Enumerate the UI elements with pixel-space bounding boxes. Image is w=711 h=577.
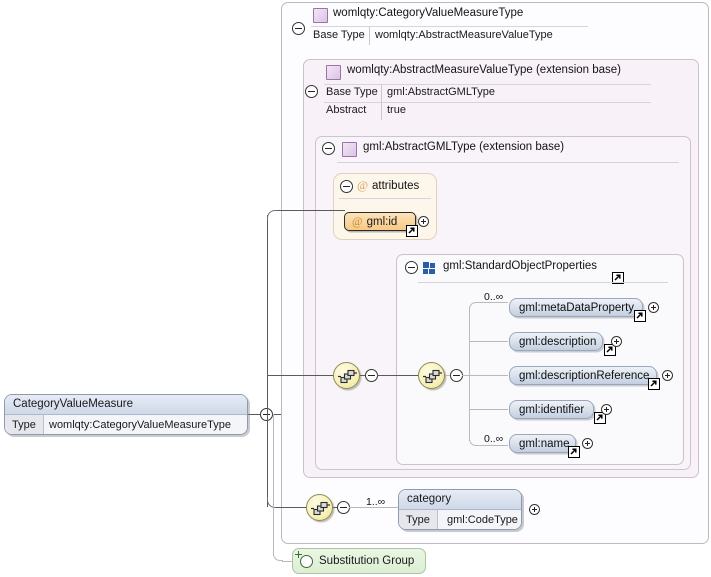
connector — [267, 375, 336, 376]
expander-attribute-gml-id[interactable] — [418, 216, 429, 227]
connector — [469, 375, 508, 376]
expander-gml-description[interactable] — [611, 336, 622, 347]
root-element-category-value-measure[interactable]: CategoryValueMeasure Type womlqty:Catego… — [4, 394, 248, 435]
prop-key-base-type-2: Base Type — [326, 86, 378, 98]
complex-type-icon — [313, 8, 328, 23]
connector — [469, 307, 470, 441]
element-label: gml:descriptionReference — [519, 369, 650, 382]
connector — [462, 375, 470, 376]
element-category-type-value: gml:CodeType — [447, 514, 518, 526]
expander-abstract-gml-type[interactable] — [322, 142, 335, 155]
expander-gml-descriptionReference[interactable] — [662, 370, 673, 381]
connector — [273, 551, 283, 561]
expander-gml-metaDataProperty[interactable] — [648, 302, 659, 313]
element-category[interactable]: category Type gml:CodeType — [398, 489, 522, 530]
reference-arrow-icon[interactable] — [406, 225, 418, 237]
divider — [369, 27, 370, 45]
attributes-group-label: attributes — [372, 180, 420, 192]
element-gml-description[interactable]: gml:description — [509, 332, 603, 351]
element-gml-name[interactable]: gml:name — [509, 434, 576, 453]
divider — [324, 84, 651, 85]
element-label: gml:metaDataProperty — [519, 301, 635, 314]
divider — [381, 84, 382, 102]
element-category-name: category — [399, 490, 521, 510]
occurrence-gml-name: 0..∞ — [484, 433, 504, 445]
reference-arrow-icon[interactable] — [568, 446, 580, 458]
root-element-type-key: Type — [5, 415, 44, 434]
occurrence-meta-data-property: 0..∞ — [484, 291, 504, 303]
divider — [381, 102, 382, 120]
reference-arrow-icon[interactable] — [648, 378, 660, 390]
prop-value-base-type-1: womlqty:AbstractMeasureValueType — [375, 29, 553, 41]
expander-substitution-group[interactable] — [300, 554, 313, 568]
connector — [469, 409, 508, 410]
root-element-name: CategoryValueMeasure — [5, 395, 247, 415]
connector — [469, 302, 479, 312]
connector — [267, 210, 278, 221]
occurrence-category: 1..∞ — [366, 496, 386, 508]
substitution-group-label: Substitution Group — [319, 555, 415, 567]
prop-key-abstract: Abstract — [326, 104, 367, 116]
expander-element-category[interactable] — [529, 504, 540, 515]
type-panel-title-abstract-measure-value-type: womlqty:AbstractMeasureValueType (extens… — [347, 64, 622, 76]
connector — [277, 507, 308, 508]
model-group-icon — [423, 262, 436, 274]
expander-category-value-measure-type[interactable] — [292, 22, 305, 35]
expander-gml-name[interactable] — [582, 438, 593, 449]
element-category-type-key: Type — [399, 510, 438, 529]
prop-value-base-type-2: gml:AbstractGMLType — [387, 86, 495, 98]
connector — [273, 414, 274, 556]
attribute-gml-id-label: gml:id — [366, 215, 398, 228]
sequence-compositor-icon[interactable] — [418, 362, 445, 389]
element-gml-descriptionReference[interactable]: gml:descriptionReference — [509, 366, 657, 385]
attribute-icon: @ — [352, 215, 363, 228]
element-label: gml:identifier — [519, 403, 585, 416]
sequence-compositor-icon[interactable] — [306, 494, 333, 521]
element-gml-identifier[interactable]: gml:identifier — [509, 400, 594, 419]
complex-type-icon — [326, 65, 341, 80]
substitution-group[interactable]: Substitution Group — [292, 548, 426, 574]
expander-abstract-measure-value-type[interactable] — [305, 85, 318, 98]
expander-gml-identifier[interactable] — [601, 404, 612, 415]
divider — [418, 282, 668, 283]
connector — [267, 215, 268, 414]
element-label: gml:description — [519, 335, 597, 348]
connector — [277, 210, 345, 211]
element-label: gml:name — [519, 437, 570, 450]
reference-arrow-icon[interactable] — [634, 310, 646, 322]
sequence-compositor-icon[interactable] — [333, 362, 360, 389]
root-element-type-value: womlqty:CategoryValueMeasureType — [49, 419, 231, 431]
divider — [337, 162, 679, 163]
expander-attributes-group[interactable] — [340, 180, 353, 193]
complex-type-icon — [342, 142, 357, 157]
attribute-icon: @ — [357, 178, 369, 192]
divider — [311, 26, 588, 27]
connector — [377, 375, 418, 376]
connector — [469, 341, 508, 342]
divider — [339, 198, 431, 199]
model-group-title: gml:StandardObjectProperties — [443, 260, 598, 272]
divider — [324, 102, 651, 103]
prop-key-base-type-1: Base Type — [313, 29, 365, 41]
connector — [267, 414, 268, 507]
type-panel-title-category-value-measure-type: womlqty:CategoryValueMeasureType — [333, 7, 524, 19]
connector — [478, 445, 508, 446]
expander-standard-object-properties[interactable] — [405, 261, 418, 274]
element-gml-metaDataProperty[interactable]: gml:metaDataProperty — [509, 298, 643, 317]
prop-value-abstract: true — [387, 104, 406, 116]
type-panel-title-abstract-gml-type: gml:AbstractGMLType (extension base) — [363, 141, 565, 153]
